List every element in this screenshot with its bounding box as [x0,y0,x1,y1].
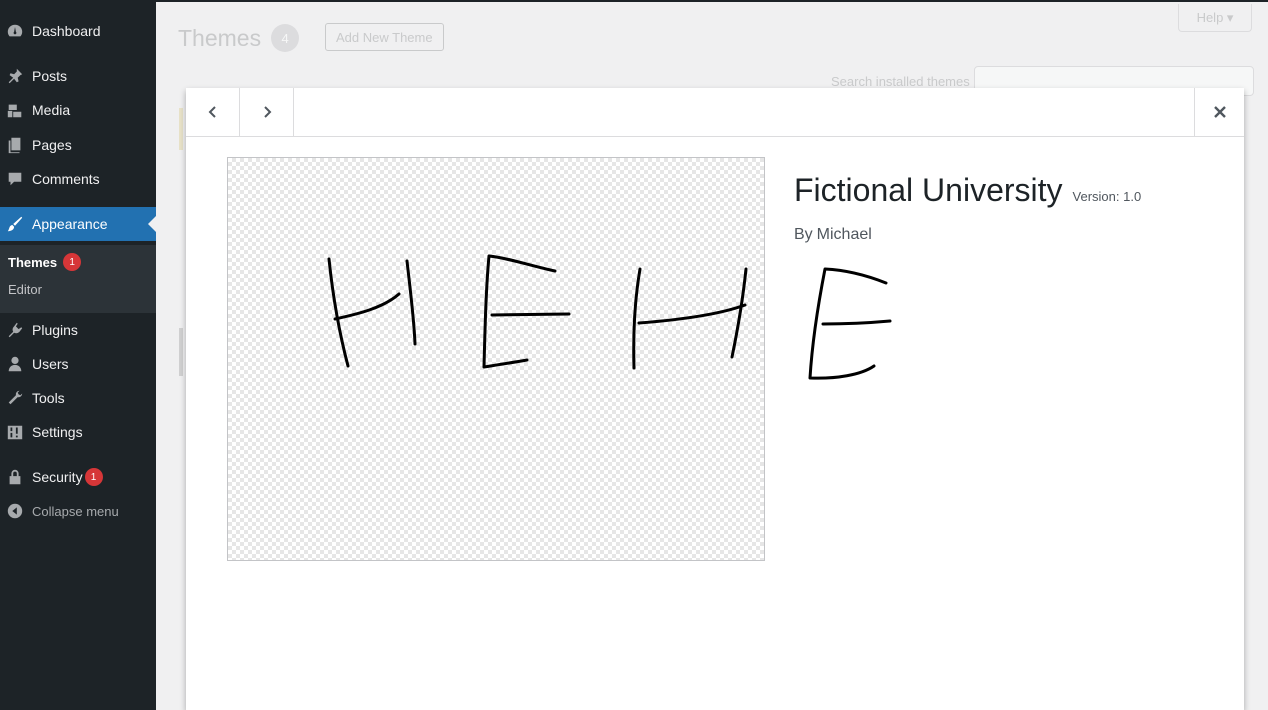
sidebar-item-label: Security [32,469,83,485]
admin-sidebar: Dashboard Posts Media Pages Comments App… [0,0,156,710]
sidebar-item-security[interactable]: Security 1 [0,460,156,494]
handwritten-hehe-drawing [327,254,748,370]
theme-name: Fictional University Version: 1.0 [794,172,1141,209]
appearance-submenu: Themes 1 Editor [0,245,156,313]
settings-icon [5,422,25,442]
notice-bar [179,328,183,376]
collapse-menu-button[interactable]: Collapse menu [0,494,156,528]
collapse-menu-label: Collapse menu [32,503,119,519]
sidebar-item-label: Tools [32,390,65,406]
author-prefix: By [794,226,813,243]
page-title-text: Themes [178,24,262,51]
next-theme-button[interactable] [240,88,294,136]
help-tab-button[interactable]: Help ▾ [1178,4,1252,32]
lock-icon [5,467,25,487]
chevron-right-icon [263,106,271,118]
theme-version: Version: 1.0 [1072,189,1142,204]
sidebar-item-label: Settings [32,424,83,440]
sidebar-item-label: Dashboard [32,23,101,39]
previous-theme-button[interactable] [186,88,240,136]
pages-icon [5,135,25,155]
sidebar-item-label: Plugins [32,322,78,338]
update-count-badge: 1 [63,253,82,271]
close-modal-button[interactable] [1194,88,1244,136]
sidebar-item-comments[interactable]: Comments [0,162,156,196]
modal-header [186,88,1244,137]
theme-author: By Michael [794,226,872,244]
submenu-item-label: Themes [8,254,58,270]
sidebar-item-media[interactable]: Media [0,93,156,127]
wrench-icon [5,388,25,408]
plugin-icon [5,320,25,340]
chevron-left-icon [208,106,216,118]
theme-count: 4 [271,24,300,52]
handwritten-e-drawing [808,267,892,380]
sidebar-item-label: Posts [32,68,68,84]
sidebar-item-posts[interactable]: Posts [0,59,156,93]
media-icon [5,100,25,120]
close-icon [1213,106,1226,118]
sidebar-item-tools[interactable]: Tools [0,381,156,415]
sidebar-item-users[interactable]: Users [0,347,156,381]
sidebar-item-label: Comments [32,171,100,187]
theme-name-text: Fictional University [794,172,1063,208]
sidebar-item-label: Media [32,102,71,118]
theme-details-modal: Fictional University Version: 1.0 By Mich… [186,88,1244,710]
author-link[interactable]: Michael [817,226,872,243]
theme-screenshot [227,157,765,561]
search-label: Search installed themes [831,74,970,89]
add-new-theme-button[interactable]: Add New Theme [325,23,444,51]
sidebar-item-appearance[interactable]: Appearance [0,207,156,241]
sidebar-item-label: Pages [32,137,72,153]
notice-bar [179,108,183,150]
submenu-item-themes[interactable]: Themes 1 [8,253,82,271]
sidebar-item-label: Appearance [32,216,108,232]
sidebar-item-plugins[interactable]: Plugins [0,313,156,347]
brush-icon [5,214,25,234]
sidebar-item-dashboard[interactable]: Dashboard [0,14,156,48]
security-badge: 1 [84,468,103,486]
sidebar-item-label: Users [32,356,69,372]
submenu-item-label: Editor [8,282,42,297]
dashboard-icon [5,21,25,41]
page-title: Themes 4 [178,24,300,52]
sidebar-item-settings[interactable]: Settings [0,415,156,449]
sidebar-item-pages[interactable]: Pages [0,128,156,162]
pin-icon [5,66,25,86]
user-icon [5,354,25,374]
collapse-icon [5,501,25,521]
theme-description [806,265,896,385]
submenu-item-editor[interactable]: Editor [8,282,42,297]
comment-icon [5,169,25,189]
